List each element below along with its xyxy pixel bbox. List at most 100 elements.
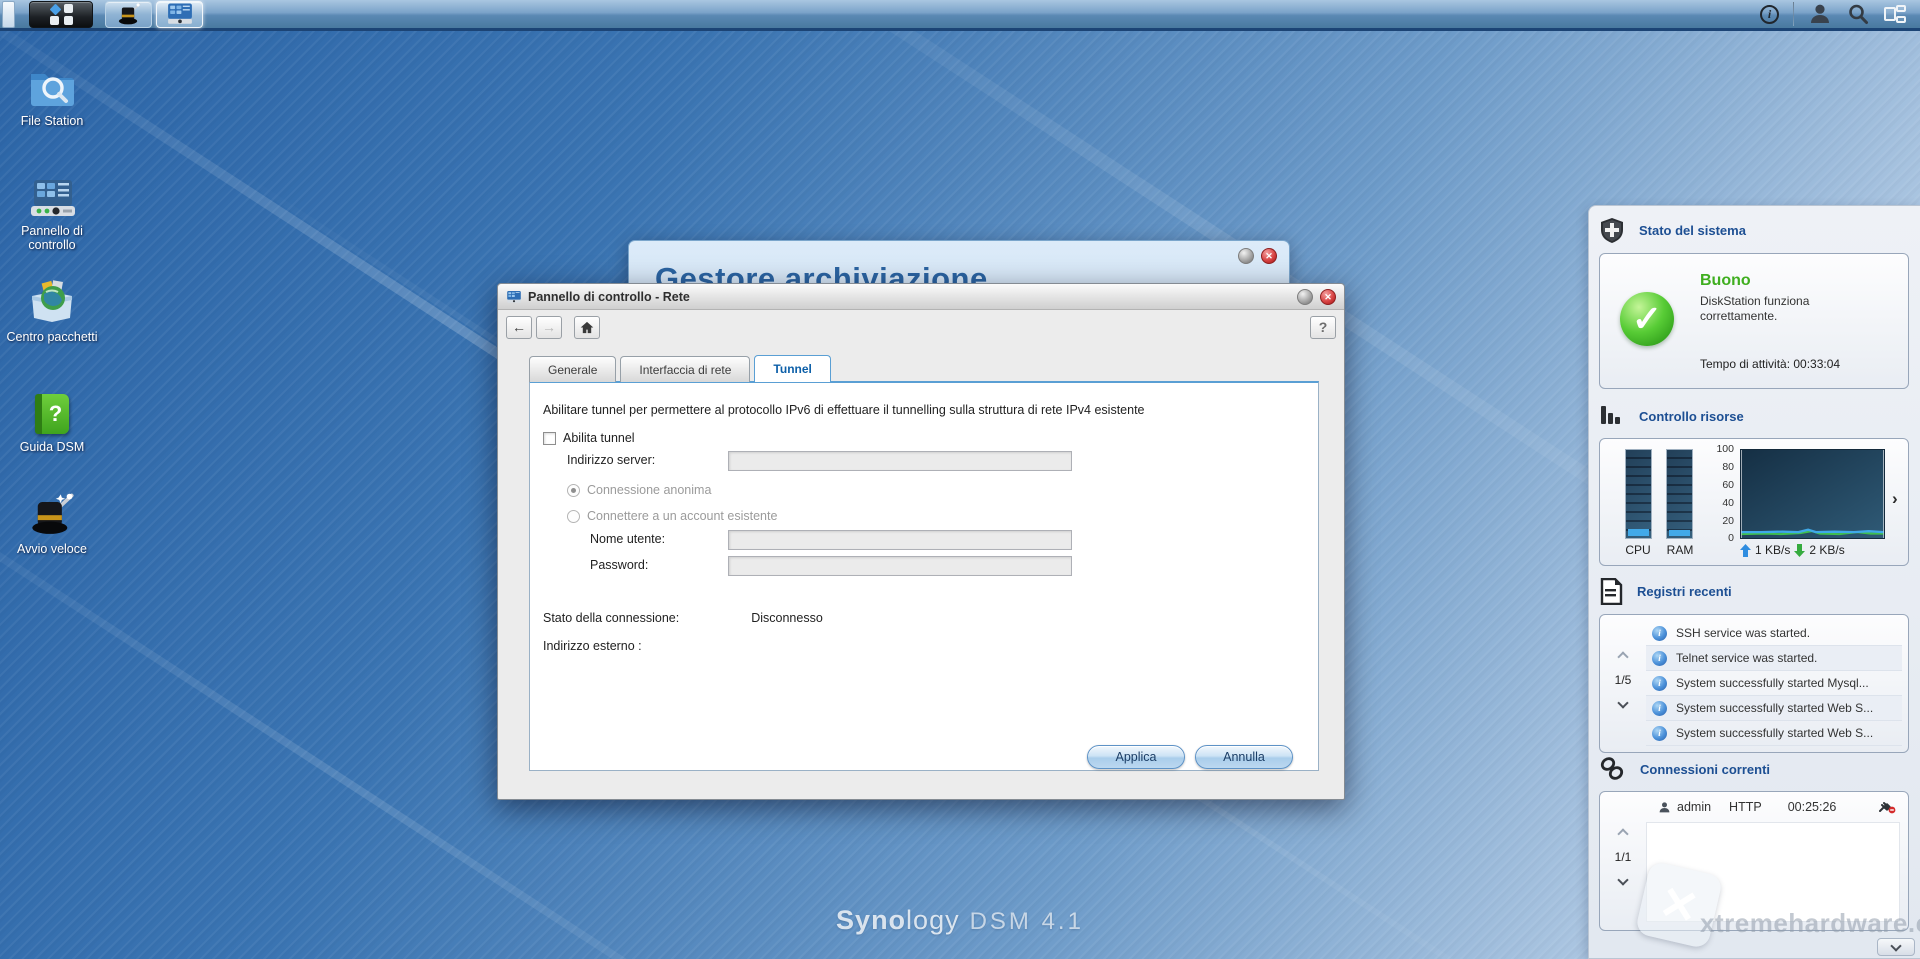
connections-page-up-chevron[interactable]: [1617, 828, 1628, 839]
connection-protocol: HTTP: [1729, 800, 1762, 814]
info-icon: i: [1652, 726, 1667, 741]
desktop-icon-label: Guida DSM: [0, 440, 104, 454]
control-panel-window-icon: [166, 2, 194, 26]
resource-monitor-expand-chevron[interactable]: ›: [1892, 489, 1898, 509]
password-label: Password:: [590, 558, 648, 572]
tunnel-tab-panel: Abilitare tunnel per permettere al proto…: [529, 381, 1319, 771]
axis-tick: 20: [1708, 515, 1734, 527]
enable-tunnel-label: Abilita tunnel: [563, 431, 635, 445]
main-menu-button[interactable]: [29, 1, 93, 28]
password-input[interactable]: [728, 556, 1072, 576]
desktop-icon-control-panel[interactable]: Pannello di controllo: [0, 172, 104, 252]
taskbar-right-icons: i: [1760, 2, 1920, 26]
pilot-view-icon[interactable]: [1884, 5, 1906, 23]
log-text: Telnet service was started.: [1676, 651, 1817, 665]
external-address-label: Indirizzo esterno :: [543, 639, 642, 653]
forward-button[interactable]: →: [536, 316, 562, 339]
desktop-icon-label: Centro pacchetti: [0, 330, 104, 344]
download-arrow-icon: [1794, 544, 1805, 557]
axis-tick: 40: [1708, 497, 1734, 509]
back-arrow-icon: ←: [512, 319, 526, 335]
taskbar-divider: [1793, 2, 1794, 26]
ram-gauge: [1666, 449, 1693, 539]
logo-bold-part: Syno: [836, 905, 906, 935]
log-text: System successfully started Mysql...: [1676, 676, 1869, 690]
tab-interfaccia-di-rete[interactable]: Interfaccia di rete: [620, 356, 750, 382]
server-address-input[interactable]: [728, 451, 1072, 471]
control-panel-task-button[interactable]: [156, 1, 203, 28]
log-row[interactable]: iSystem successfully started Web S...: [1646, 721, 1902, 746]
network-throughput: 1 KB/s 2 KB/s: [1740, 543, 1890, 557]
desktop-icon-quick-start[interactable]: Avvio veloce: [0, 490, 104, 556]
logs-pager: 1/5: [1615, 673, 1632, 687]
upload-value: 1 KB/s: [1755, 543, 1790, 557]
cancel-button[interactable]: Annulla: [1195, 745, 1293, 769]
search-icon[interactable]: [1846, 2, 1870, 26]
anonymous-connection-label: Connessione anonima: [587, 483, 711, 497]
ram-label: RAM: [1660, 543, 1700, 557]
magic-hat-icon: [116, 1, 142, 27]
magic-hat-icon: [26, 490, 78, 536]
minimize-button[interactable]: [1297, 289, 1313, 305]
logo-regular-part: logy: [906, 905, 960, 935]
control-panel-icon: [26, 178, 78, 218]
existing-account-radio[interactable]: [567, 510, 580, 523]
info-icon[interactable]: i: [1760, 5, 1779, 24]
shield-icon: [1599, 217, 1625, 244]
connections-page-down-chevron[interactable]: [1617, 874, 1628, 885]
tunnel-description: Abilitare tunnel per permettere al proto…: [543, 403, 1145, 417]
connection-row[interactable]: admin HTTP 00:25:26: [1646, 800, 1902, 814]
minimize-button[interactable]: [1238, 248, 1254, 264]
dsm-help-book-icon: ?: [35, 394, 69, 434]
enable-tunnel-checkbox[interactable]: [543, 432, 556, 445]
anonymous-connection-radio[interactable]: [567, 484, 580, 497]
tab-generale[interactable]: Generale: [529, 356, 616, 382]
desktop-icon-dsm-help[interactable]: ? Guida DSM: [0, 388, 104, 454]
home-button[interactable]: [574, 316, 600, 339]
log-row[interactable]: iSystem successfully started Mysql...: [1646, 671, 1902, 696]
watermark-text: xtremehardware.com: [1700, 908, 1920, 939]
health-status: Buono: [1700, 272, 1751, 290]
username-input[interactable]: [728, 530, 1072, 550]
axis-tick: 80: [1708, 461, 1734, 473]
control-panel-window-icon: [506, 290, 522, 304]
widget-title-recent-logs: Registri recenti: [1637, 584, 1732, 599]
health-ok-icon: ✓: [1620, 292, 1674, 346]
log-row[interactable]: iTelnet service was started.: [1646, 646, 1902, 671]
forward-arrow-icon: →: [542, 319, 556, 335]
close-button[interactable]: ✕: [1261, 248, 1277, 264]
apply-button[interactable]: Applica: [1087, 745, 1185, 769]
close-icon: ✕: [1265, 251, 1273, 262]
disconnect-icon[interactable]: [1879, 800, 1896, 814]
existing-account-label: Connettere a un account esistente: [587, 509, 777, 523]
system-health-card: ✓ Buono DiskStation funziona correttamen…: [1599, 253, 1909, 389]
logs-page-down-chevron[interactable]: [1617, 697, 1628, 708]
close-button[interactable]: ✕: [1320, 289, 1336, 305]
axis-tick: 0: [1708, 532, 1734, 544]
connection-user: admin: [1677, 800, 1711, 814]
dialog-title: Pannello di controllo - Rete: [528, 290, 690, 304]
cpu-label: CPU: [1618, 543, 1658, 557]
logs-page-up-chevron[interactable]: [1617, 651, 1628, 662]
show-desktop-button[interactable]: [2, 1, 15, 28]
log-row[interactable]: iSSH service was started.: [1646, 621, 1902, 646]
main-menu-icon: [50, 4, 73, 25]
control-panel-network-dialog[interactable]: Pannello di controllo - Rete ✕ ← → ? Gen…: [497, 283, 1345, 800]
tab-tunnel[interactable]: Tunnel: [754, 355, 830, 382]
panel-collapse-button[interactable]: [1877, 938, 1915, 956]
bar-chart-icon: [1599, 404, 1625, 428]
log-row[interactable]: iSystem successfully started Web S...: [1646, 696, 1902, 721]
connections-pager: 1/1: [1615, 850, 1632, 864]
dialog-titlebar[interactable]: Pannello di controllo - Rete ✕: [498, 284, 1344, 310]
back-button[interactable]: ←: [506, 316, 532, 339]
file-station-icon: [27, 66, 77, 108]
user-icon[interactable]: [1808, 2, 1832, 26]
question-glyph: ?: [49, 401, 62, 427]
help-button[interactable]: ?: [1310, 316, 1336, 339]
quick-start-task-button[interactable]: [105, 1, 152, 28]
desktop-icon-file-station[interactable]: File Station: [0, 62, 104, 128]
desktop-icon-package-center[interactable]: Centro pacchetti: [0, 278, 104, 344]
help-icon: ?: [1319, 319, 1328, 335]
package-center-icon: [26, 280, 78, 324]
taskbar: i: [0, 0, 1920, 31]
